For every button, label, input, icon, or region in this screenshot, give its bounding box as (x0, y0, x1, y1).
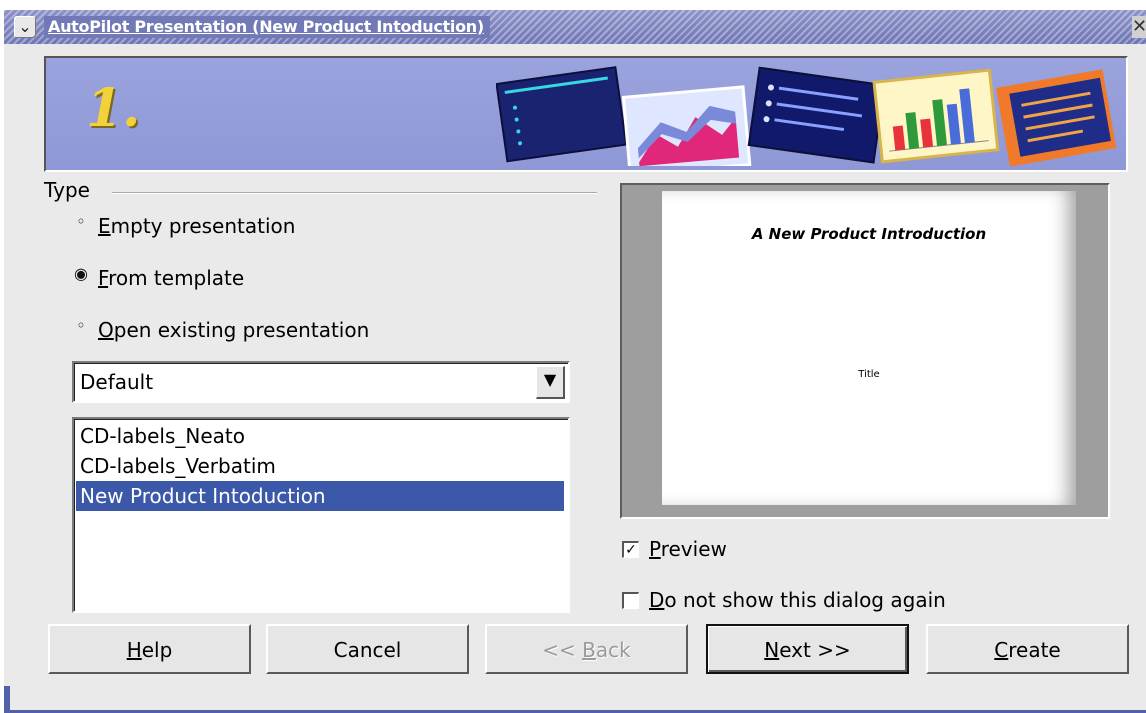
list-item-selected[interactable]: New Product Intoduction (76, 481, 564, 511)
slide-subtitle: Title (858, 369, 880, 380)
back-button[interactable]: << Back (485, 624, 688, 674)
slide-title: A New Product Introduction (751, 225, 987, 243)
checkbox-unchecked-icon[interactable] (622, 592, 639, 609)
list-item[interactable]: CD-labels_Neato (76, 421, 564, 451)
radio-open-existing[interactable]: ◦ Open existing presentation (72, 315, 369, 345)
next-button[interactable]: Next >> (706, 624, 909, 674)
template-listbox[interactable]: CD-labels_Neato CD-labels_Verbatim New P… (72, 417, 570, 613)
radio-label: Open existing presentation (98, 318, 370, 342)
window-edge-accent (4, 686, 10, 713)
slide-preview: A New Product Introduction Title (662, 191, 1076, 505)
wizard-banner: 1. (44, 56, 1128, 172)
radio-checked-icon[interactable]: ◉ (72, 265, 90, 283)
preview-checkbox[interactable]: ✓ Preview (622, 534, 727, 564)
radio-empty-presentation[interactable]: ◦ Empty presentation (72, 211, 295, 241)
template-category-select[interactable]: Default ▼ (72, 361, 570, 403)
close-icon[interactable]: ✕ (1132, 16, 1146, 38)
preview-pane: A New Product Introduction Title (620, 183, 1110, 519)
radio-from-template[interactable]: ◉ From template (72, 263, 244, 293)
radio-unchecked-icon[interactable]: ◦ (72, 213, 90, 231)
type-group-label: Type (44, 178, 90, 202)
step-number: 1. (86, 78, 141, 139)
radio-label: From template (98, 266, 245, 290)
window-title: AutoPilot Presentation (New Product Into… (44, 16, 490, 38)
presentation-slides-illustration (496, 66, 1116, 166)
checkbox-checked-icon[interactable]: ✓ (622, 541, 639, 558)
select-value: Default (80, 370, 154, 394)
radio-label: Empty presentation (98, 214, 296, 238)
autopilot-dialog: ⌄ AutoPilot Presentation (New Product In… (4, 10, 1146, 713)
list-item[interactable]: CD-labels_Verbatim (76, 451, 564, 481)
cancel-button[interactable]: Cancel (266, 624, 469, 674)
title-bar[interactable]: ⌄ AutoPilot Presentation (New Product In… (4, 10, 1146, 44)
group-divider (112, 192, 597, 194)
radio-unchecked-icon[interactable]: ◦ (72, 317, 90, 335)
checkbox-label: Do not show this dialog again (649, 588, 946, 612)
create-button[interactable]: Create (926, 624, 1129, 674)
dont-show-checkbox[interactable]: Do not show this dialog again (622, 585, 946, 615)
chevron-down-icon[interactable]: ⌄ (14, 16, 36, 38)
checkbox-label: Preview (649, 537, 727, 561)
help-button[interactable]: Help (48, 624, 251, 674)
dropdown-arrow-icon[interactable]: ▼ (536, 366, 565, 399)
